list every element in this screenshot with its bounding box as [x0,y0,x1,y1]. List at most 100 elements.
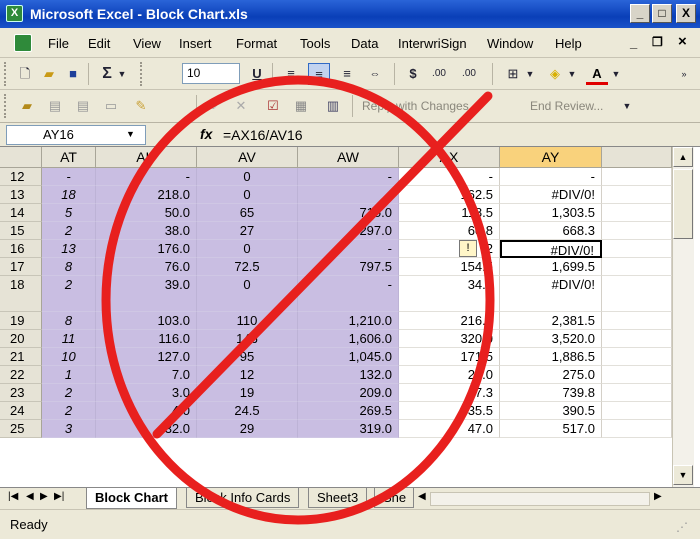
cell-at19[interactable]: 8 [42,312,96,330]
resize-grip-icon[interactable]: ⋰ [676,520,688,534]
cell-au15[interactable]: 38.0 [96,222,197,240]
chevron-down-icon[interactable]: ▼ [566,63,578,85]
borders-icon[interactable]: ⊞ [502,63,524,85]
row-header-25[interactable]: 25 [0,420,42,438]
cell-aw23[interactable]: 209.0 [298,384,399,402]
cell-ay14[interactable]: 1,303.5 [500,204,602,222]
cell-ax24[interactable]: 35.5 [399,402,500,420]
cell-ay18[interactable]: #DIV/0! [500,276,602,312]
column-header-at[interactable]: AT [42,147,96,168]
cell-ay20[interactable]: 3,520.0 [500,330,602,348]
cell-au21[interactable]: 127.0 [96,348,197,366]
row-header-16[interactable]: 16 [0,240,42,258]
menu-interwrisign[interactable]: InterwriSign [398,36,467,51]
insert-function-button[interactable]: fx [200,126,212,142]
cell-ax18[interactable]: 34.0 [399,276,500,312]
toolbar-options-icon[interactable]: » [676,63,692,85]
toolbar-grip[interactable] [140,62,144,86]
underline-button[interactable]: U [246,63,268,85]
cell-av24[interactable]: 24.5 [197,402,298,420]
save-icon[interactable]: ■ [62,63,84,85]
cell-aw24[interactable]: 269.5 [298,402,399,420]
cell-ay12[interactable]: - [500,168,602,186]
align-left-icon[interactable]: ≡ [280,63,302,85]
scroll-left-icon[interactable]: ◀ [418,491,426,502]
column-header-ay[interactable]: AY [500,147,602,168]
row-header-20[interactable]: 20 [0,330,42,348]
cell-empty[interactable] [602,240,672,258]
select-all-corner[interactable] [0,147,42,168]
mdi-restore-button[interactable]: ❐ [652,35,663,49]
cell-at24[interactable]: 2 [42,402,96,420]
cell-ay24[interactable]: 390.5 [500,402,602,420]
cell-at23[interactable]: 2 [42,384,96,402]
cell-aw19[interactable]: 1,210.0 [298,312,399,330]
menu-insert[interactable]: Insert [179,36,212,51]
font-size-select[interactable]: 10 [182,63,240,84]
cell-ay22[interactable]: 275.0 [500,366,602,384]
cell-ax13[interactable]: 162.5 [399,186,500,204]
delete-ink-icon[interactable]: ✕ [230,95,252,117]
last-sheet-icon[interactable]: ▶| [54,491,64,502]
font-color-icon[interactable]: A [586,63,608,85]
sheet-tab-partial[interactable]: She [374,488,414,508]
reply-with-changes-button[interactable]: Reply with Changes... [362,99,479,113]
cell-ay16[interactable]: #DIV/0! [500,240,602,258]
cell-au23[interactable]: 3.0 [96,384,197,402]
comment-icon[interactable]: ▭ [100,95,122,117]
cell-av23[interactable]: 19 [197,384,298,402]
cell-empty[interactable] [602,312,672,330]
workbook-icon[interactable] [14,34,32,52]
cell-empty[interactable] [602,420,672,438]
cell-aw17[interactable]: 797.5 [298,258,399,276]
cell-ax19[interactable]: 216.5 [399,312,500,330]
menu-file[interactable]: File [48,36,69,51]
row-header-12[interactable]: 12 [0,168,42,186]
chevron-down-icon[interactable]: ▼ [524,63,536,85]
menu-window[interactable]: Window [487,36,533,51]
menu-help[interactable]: Help [555,36,582,51]
cell-au22[interactable]: 7.0 [96,366,197,384]
cell-av22[interactable]: 12 [197,366,298,384]
align-right-icon[interactable]: ≡ [336,63,358,85]
cell-aw13[interactable]: - [298,186,399,204]
cell-av25[interactable]: 29 [197,420,298,438]
name-box-dropdown-icon[interactable]: ▼ [126,129,135,139]
row-header-15[interactable]: 15 [0,222,42,240]
cell-empty[interactable] [602,168,672,186]
row-header-19[interactable]: 19 [0,312,42,330]
cell-empty[interactable] [602,330,672,348]
excel-app-icon[interactable]: X [6,5,23,22]
cell-ay21[interactable]: 1,886.5 [500,348,602,366]
cell-aw18[interactable]: - [298,276,399,312]
toolbar-grip[interactable] [4,62,8,86]
cell-at18[interactable]: 2 [42,276,96,312]
chevron-down-icon[interactable]: ▼ [610,63,622,85]
chevron-down-icon[interactable]: ▼ [116,63,128,85]
toolbar-grip[interactable] [4,94,8,118]
cell-empty[interactable] [602,222,672,240]
row-header-22[interactable]: 22 [0,366,42,384]
cell-au20[interactable]: 116.0 [96,330,197,348]
cell-ay13[interactable]: #DIV/0! [500,186,602,204]
ink-icon[interactable]: ✐ [204,95,226,117]
cell-au16[interactable]: 176.0 [96,240,197,258]
folder-icon[interactable]: ▰ [16,95,38,117]
scroll-up-icon[interactable]: ▲ [673,147,693,167]
cell-aw25[interactable]: 319.0 [298,420,399,438]
scroll-thumb[interactable] [673,169,693,239]
cell-ax15[interactable]: 60.8 [399,222,500,240]
cell-ay19[interactable]: 2,381.5 [500,312,602,330]
restore-button[interactable]: □ [652,4,672,23]
cell-ax25[interactable]: 47.0 [399,420,500,438]
cell-au24[interactable]: 4.0 [96,402,197,420]
error-warning-icon[interactable]: ! [459,240,477,257]
scroll-down-icon[interactable]: ▼ [673,465,693,485]
row-header-18[interactable]: 18 [0,276,42,312]
row-header-13[interactable]: 13 [0,186,42,204]
menu-format[interactable]: Format [236,36,277,51]
cell-av12[interactable]: 0 [197,168,298,186]
sheet-tab-sheet3[interactable]: Sheet3 [308,488,368,508]
formula-input[interactable]: =AX16/AV16 [223,127,303,143]
cell-av15[interactable]: 27 [197,222,298,240]
